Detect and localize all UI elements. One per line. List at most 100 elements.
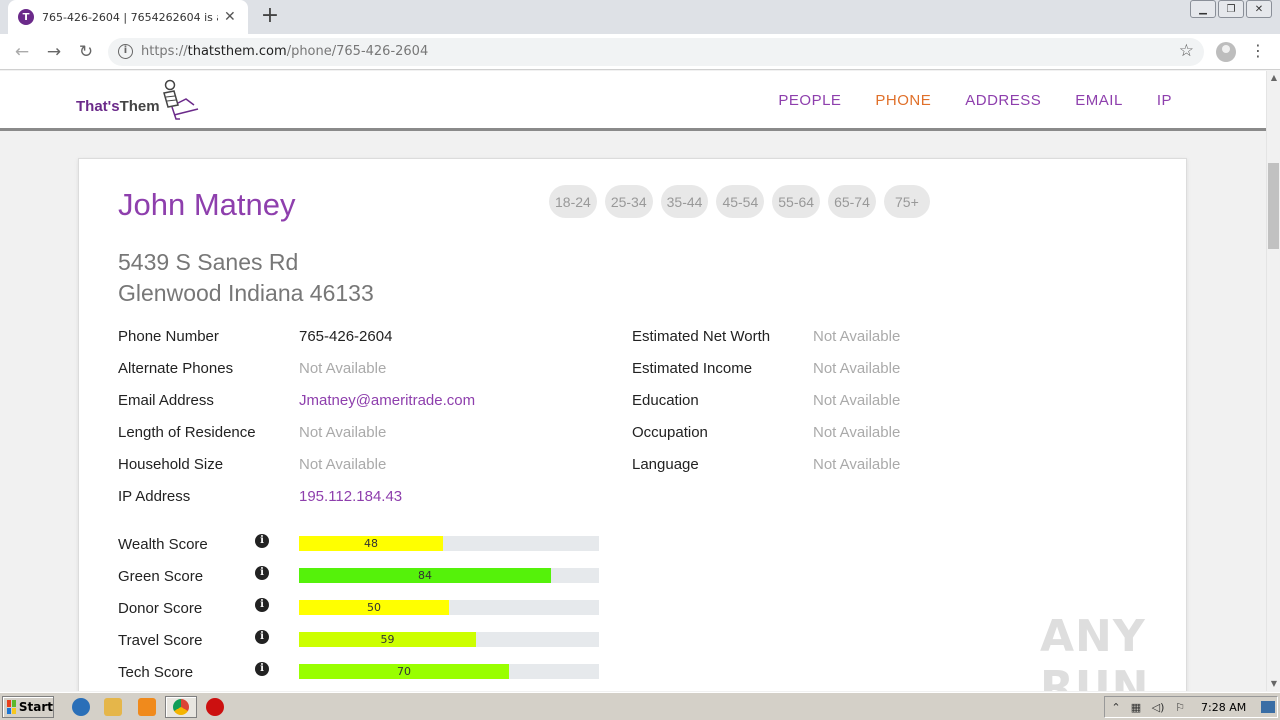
- score-value: 48: [364, 537, 378, 550]
- detail-value: Not Available: [813, 328, 901, 345]
- detail-label: Language: [632, 456, 699, 473]
- detail-value: Not Available: [813, 424, 901, 441]
- score-label: Tech Score: [118, 664, 194, 681]
- site-favicon-icon: T: [18, 9, 34, 25]
- forward-icon[interactable]: →: [42, 40, 66, 64]
- show-desktop-icon[interactable]: [1261, 701, 1275, 713]
- score-info-icon[interactable]: i: [255, 630, 269, 644]
- media-player-icon[interactable]: [138, 698, 156, 716]
- site-header: That'sThem PEOPLE PHONE ADDRESS EMAIL IP: [0, 71, 1266, 131]
- age-pill[interactable]: 75+: [883, 185, 930, 218]
- score-bar-fill: 48: [299, 536, 443, 551]
- profile-avatar-icon[interactable]: [1216, 42, 1236, 62]
- score-info-icon[interactable]: i: [255, 662, 269, 676]
- logo-text-second: Them: [119, 98, 160, 115]
- nav-people[interactable]: PEOPLE: [778, 92, 841, 109]
- start-label: Start: [18, 700, 53, 714]
- detail-value[interactable]: 195.112.184.43: [299, 488, 402, 505]
- score-bar: 48: [299, 536, 599, 551]
- detail-label: Phone Number: [118, 328, 219, 345]
- window-close-icon[interactable]: ✕: [1246, 0, 1272, 18]
- score-bar-fill: 50: [299, 600, 449, 615]
- detail-label: Length of Residence: [118, 424, 256, 441]
- system-tray: ⌃ ▦ ◁) ⚐ 7:28 AM: [1104, 696, 1278, 718]
- score-value: 59: [380, 633, 395, 646]
- opera-icon[interactable]: [206, 698, 224, 716]
- age-pill[interactable]: 55-64: [772, 185, 821, 218]
- taskbar-clock[interactable]: 7:28 AM: [1201, 701, 1246, 714]
- detail-label: Estimated Income: [632, 360, 753, 377]
- score-label: Wealth Score: [118, 536, 208, 553]
- person-address[interactable]: 5439 S Sanes Rd Glenwood Indiana 46133: [118, 247, 374, 309]
- detail-label: Education: [632, 392, 699, 409]
- url-path: /phone/765-426-2604: [286, 44, 429, 59]
- start-button[interactable]: Start: [2, 696, 54, 718]
- bookmark-star-icon[interactable]: ☆: [1179, 41, 1194, 61]
- nav-address[interactable]: ADDRESS: [965, 92, 1041, 109]
- volume-icon[interactable]: ◁): [1151, 701, 1165, 714]
- person-name[interactable]: John Matney: [118, 187, 296, 223]
- age-pill[interactable]: 35-44: [660, 185, 709, 218]
- explorer-folder-icon[interactable]: [104, 698, 122, 716]
- scroll-up-icon[interactable]: ▲: [1267, 71, 1280, 85]
- action-center-flag-icon[interactable]: ⚐: [1173, 701, 1187, 714]
- tab-strip: T 765-426-2604 | 7654262604 is a Mo ✕ + …: [0, 0, 1280, 34]
- detail-value[interactable]: Jmatney@ameritrade.com: [299, 392, 475, 409]
- score-bar-fill: 70: [299, 664, 509, 679]
- score-label: Donor Score: [118, 600, 203, 617]
- scroll-down-icon[interactable]: ▼: [1267, 677, 1280, 691]
- score-info-icon[interactable]: i: [255, 534, 269, 548]
- page-viewport: That'sThem PEOPLE PHONE ADDRESS EMAIL IP Joh…: [0, 71, 1266, 691]
- score-bar: 70: [299, 664, 599, 679]
- new-tab-icon[interactable]: +: [258, 4, 282, 28]
- back-icon[interactable]: ←: [10, 40, 34, 64]
- age-pill[interactable]: 45-54: [716, 185, 765, 218]
- more-menu-icon[interactable]: ⋮: [1250, 40, 1266, 62]
- page-scrollbar[interactable]: ▲ ▼: [1266, 71, 1280, 691]
- nav-phone[interactable]: PHONE: [875, 92, 931, 109]
- age-pill[interactable]: 65-74: [828, 185, 876, 218]
- detail-label: Alternate Phones: [118, 360, 234, 377]
- score-label: Travel Score: [118, 632, 203, 649]
- detail-label: Occupation: [632, 424, 708, 441]
- url-scheme: https://: [141, 44, 188, 59]
- main-nav: PEOPLE PHONE ADDRESS EMAIL IP: [778, 92, 1172, 109]
- thatsthem-logo[interactable]: That'sThem: [76, 79, 199, 125]
- url-text: https://thatsthem.com/phone/765-426-2604: [141, 44, 428, 59]
- score-bar-fill: 59: [299, 632, 476, 647]
- score-bar: 84: [299, 568, 599, 583]
- score-bar: 59: [299, 632, 599, 647]
- score-value: 50: [367, 601, 381, 614]
- age-pill[interactable]: 18-24: [549, 185, 597, 218]
- score-info-icon[interactable]: i: [255, 566, 269, 580]
- windows-logo-icon: [7, 700, 16, 714]
- site-info-icon[interactable]: i: [118, 44, 133, 59]
- score-value: 70: [397, 665, 411, 678]
- address-line-2: Glenwood Indiana 46133: [118, 280, 374, 306]
- nav-email[interactable]: EMAIL: [1075, 92, 1123, 109]
- reload-icon[interactable]: ↻: [74, 40, 98, 64]
- scroll-thumb[interactable]: [1268, 163, 1279, 249]
- minimize-icon[interactable]: ▁: [1190, 0, 1216, 18]
- address-bar[interactable]: i https://thatsthem.com/phone/765-426-26…: [108, 38, 1204, 66]
- tray-expand-icon[interactable]: ⌃: [1109, 701, 1123, 714]
- ie-icon[interactable]: [72, 698, 90, 716]
- score-bar-fill: 84: [299, 568, 551, 583]
- chrome-taskbar-button[interactable]: [165, 696, 197, 718]
- score-label: Green Score: [118, 568, 204, 585]
- score-bar: 50: [299, 600, 599, 615]
- tab-close-icon[interactable]: ✕: [224, 9, 236, 25]
- score-info-icon[interactable]: i: [255, 598, 269, 612]
- detail-label: IP Address: [118, 488, 191, 505]
- detail-value: 765-426-2604: [299, 328, 393, 345]
- detail-label: Household Size: [118, 456, 224, 473]
- age-pill[interactable]: 25-34: [604, 185, 653, 218]
- windows-taskbar: Start ⌃ ▦ ◁) ⚐ 7:28 AM: [0, 692, 1280, 720]
- browser-tab[interactable]: T 765-426-2604 | 7654262604 is a Mo ✕: [8, 0, 248, 34]
- nav-ip[interactable]: IP: [1157, 92, 1172, 109]
- restore-icon[interactable]: ❐: [1218, 0, 1244, 18]
- person-card: John Matney 18-24 25-34 35-44 45-54 55-64 65-…: [78, 158, 1187, 691]
- window-controls: ▁ ❐ ✕: [1190, 0, 1272, 18]
- detail-label: Email Address: [118, 392, 214, 409]
- network-icon[interactable]: ▦: [1129, 701, 1143, 714]
